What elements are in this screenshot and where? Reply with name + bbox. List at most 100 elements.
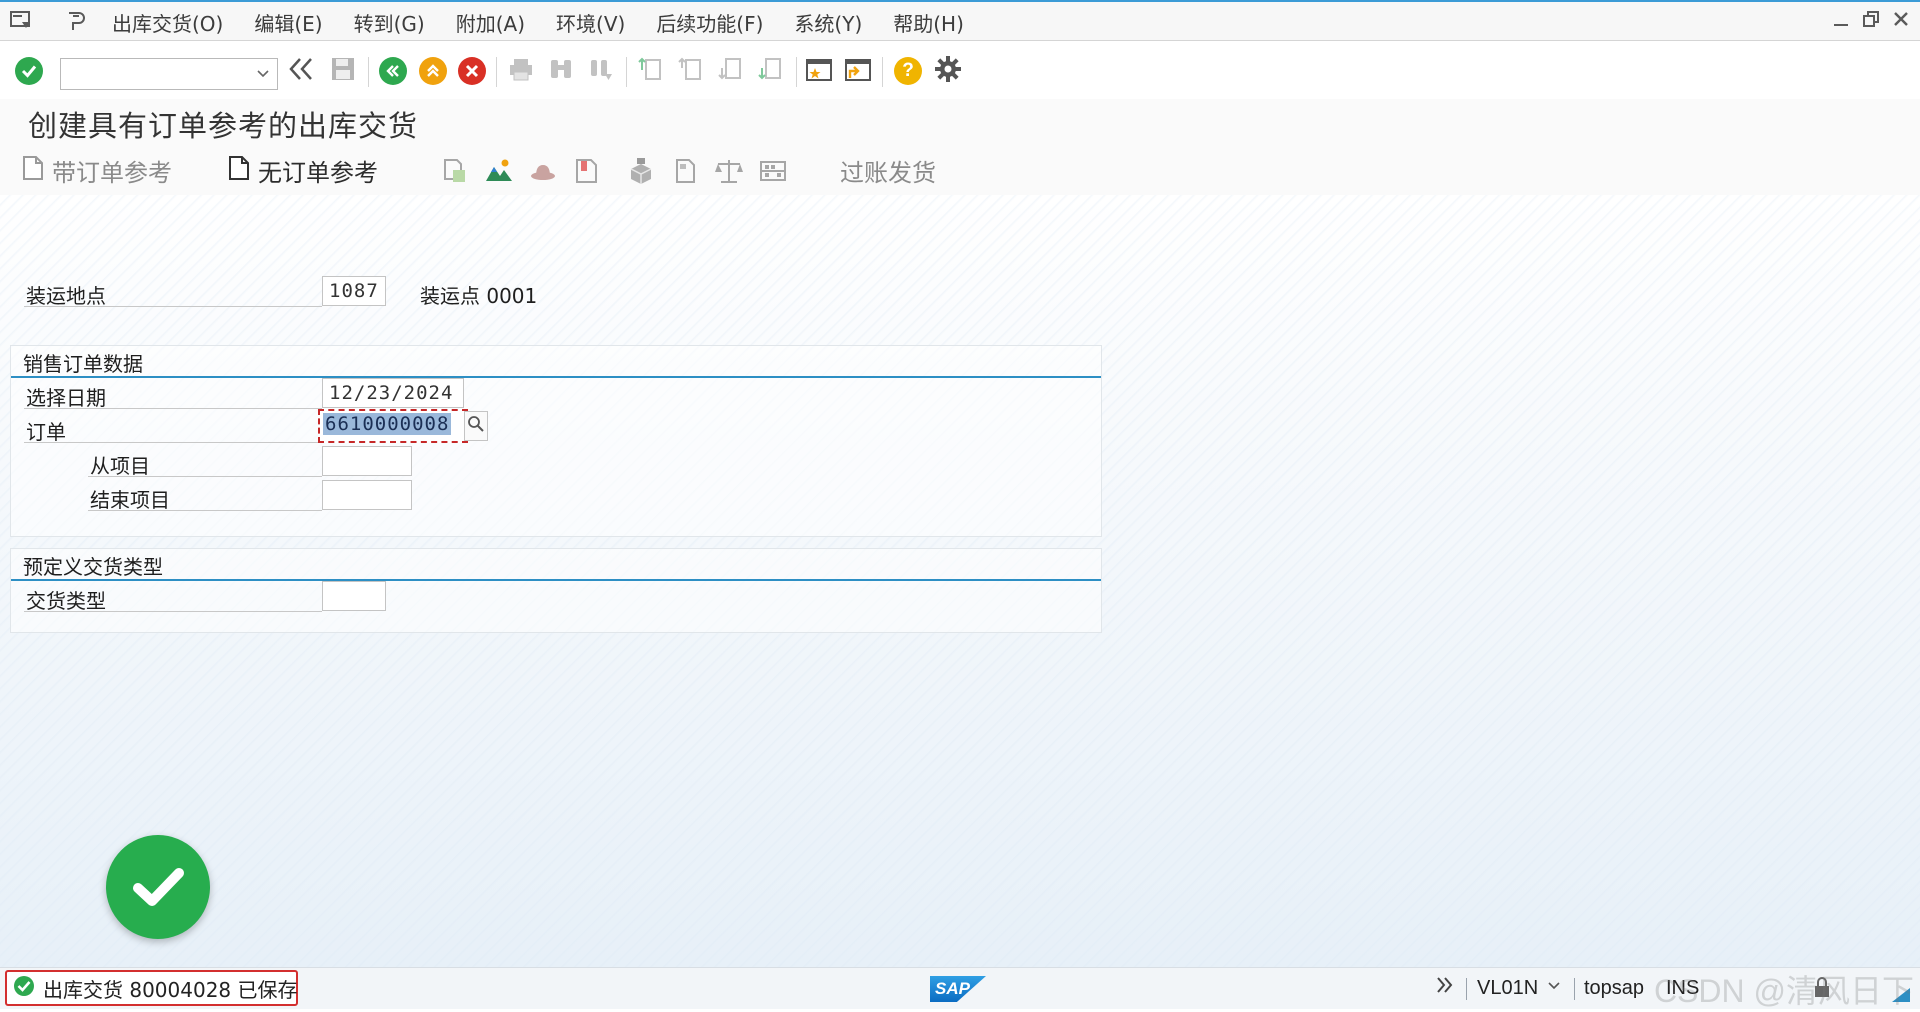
shipping-point-description: 装运点 0001 bbox=[420, 284, 538, 308]
document-copy-icon[interactable] bbox=[671, 157, 699, 185]
order-label: 订单 bbox=[26, 420, 66, 444]
order-search-help-button[interactable] bbox=[464, 411, 488, 441]
enter-button[interactable] bbox=[14, 56, 44, 86]
to-item-label: 结束项目 bbox=[90, 488, 170, 512]
generate-shortcut-button[interactable] bbox=[843, 56, 873, 86]
exit-icon bbox=[419, 57, 447, 85]
from-item-label: 从项目 bbox=[90, 454, 150, 478]
order-number-field[interactable]: 6610000008 bbox=[318, 409, 468, 443]
expand-status-icon[interactable] bbox=[1434, 974, 1456, 1002]
abacus-icon[interactable] bbox=[759, 157, 787, 185]
hat-icon[interactable] bbox=[529, 157, 557, 185]
menu-subsequent-functions[interactable]: 后续功能(F) bbox=[656, 8, 763, 37]
copy-document-icon[interactable] bbox=[441, 157, 469, 185]
from-item-field[interactable] bbox=[322, 446, 412, 476]
print-icon bbox=[508, 56, 534, 86]
back-icon bbox=[379, 57, 407, 85]
customize-layout-icon[interactable] bbox=[64, 10, 86, 36]
to-item-field[interactable] bbox=[322, 480, 412, 510]
command-field[interactable] bbox=[60, 58, 278, 90]
main-content: 装运地点 1087 装运点 0001 销售订单数据 选择日期 12/23/202… bbox=[0, 195, 1920, 967]
label-underline bbox=[24, 306, 322, 307]
previous-page-icon bbox=[678, 56, 704, 86]
next-page-icon bbox=[718, 56, 744, 86]
help-button[interactable]: ? bbox=[893, 56, 923, 86]
chevron-down-icon[interactable] bbox=[1546, 976, 1562, 999]
delivery-type-field[interactable] bbox=[322, 581, 386, 611]
alert-document-icon[interactable] bbox=[573, 157, 601, 185]
command-input[interactable] bbox=[65, 59, 249, 89]
last-page-button[interactable] bbox=[756, 56, 786, 86]
predefined-delivery-type-title: 预定义交货类型 bbox=[23, 555, 163, 579]
label-underline bbox=[24, 611, 322, 612]
group-title-underline bbox=[11, 579, 1101, 581]
restore-icon[interactable] bbox=[1862, 10, 1880, 32]
menu-edit[interactable]: 编辑(E) bbox=[254, 8, 322, 37]
menu-system[interactable]: 系统(Y) bbox=[794, 8, 862, 37]
exit-button[interactable] bbox=[418, 56, 448, 86]
status-message[interactable]: 出库交货 80004028 已保存 bbox=[5, 970, 298, 1006]
create-session-button[interactable] bbox=[804, 56, 834, 86]
app-menu-icon[interactable] bbox=[10, 10, 32, 34]
balance-scale-icon[interactable] bbox=[715, 157, 743, 185]
first-page-button[interactable] bbox=[636, 56, 666, 86]
find-button[interactable] bbox=[546, 56, 576, 86]
post-goods-issue-label: 过账发货 bbox=[840, 159, 936, 187]
without-order-reference-button[interactable]: 无订单参考 bbox=[228, 153, 378, 188]
menu-items: 出库交货(O) 编辑(E) 转到(G) 附加(A) 环境(V) 后续功能(F) … bbox=[112, 8, 964, 37]
first-page-icon bbox=[638, 56, 664, 86]
shipping-point-label: 装运地点 bbox=[26, 284, 106, 308]
confirm-check-icon bbox=[15, 57, 43, 85]
toolbar-separator bbox=[626, 57, 627, 87]
help-question-icon: ? bbox=[894, 57, 922, 85]
toolbar-separator bbox=[882, 57, 883, 87]
previous-page-button[interactable] bbox=[676, 56, 706, 86]
page-title: 创建具有订单参考的出库交货 bbox=[28, 109, 419, 143]
print-button[interactable] bbox=[506, 56, 536, 86]
close-icon[interactable] bbox=[1892, 10, 1910, 32]
selection-date-label: 选择日期 bbox=[26, 386, 106, 410]
label-underline bbox=[88, 510, 322, 511]
without-order-reference-label: 无订单参考 bbox=[258, 159, 378, 187]
post-goods-issue-button[interactable]: 过账发货 bbox=[840, 153, 936, 188]
save-button[interactable] bbox=[328, 56, 358, 86]
customize-button[interactable] bbox=[933, 56, 963, 86]
watermark: CSDN @清风日下 bbox=[1653, 973, 1914, 1009]
status-divider bbox=[1466, 978, 1467, 1000]
back-button[interactable] bbox=[378, 56, 408, 86]
menu-environment[interactable]: 环境(V) bbox=[556, 8, 625, 37]
selection-date-field[interactable]: 12/23/2024 bbox=[322, 378, 464, 408]
image-mountains-icon[interactable] bbox=[485, 157, 513, 185]
menu-extras[interactable]: 附加(A) bbox=[456, 8, 525, 37]
package-icon[interactable] bbox=[627, 157, 655, 185]
find-next-button[interactable] bbox=[586, 56, 616, 86]
next-page-button[interactable] bbox=[716, 56, 746, 86]
user-name: topsap bbox=[1584, 977, 1645, 999]
menu-outbound-delivery[interactable]: 出库交货(O) bbox=[112, 8, 223, 37]
cancel-button[interactable] bbox=[457, 56, 487, 86]
double-chevron-left-icon bbox=[287, 56, 315, 86]
collapse-command-button[interactable] bbox=[286, 56, 316, 86]
application-toolbar: 带订单参考 无订单参考 过账发货 bbox=[0, 145, 1920, 196]
toolbar-separator bbox=[796, 57, 797, 87]
label-underline bbox=[24, 408, 322, 409]
success-check-icon bbox=[106, 835, 210, 939]
toolbar-separator bbox=[368, 57, 369, 87]
chevron-down-icon[interactable] bbox=[255, 65, 271, 85]
menu-help[interactable]: 帮助(H) bbox=[893, 8, 964, 37]
toolbar-separator bbox=[496, 57, 497, 87]
last-page-icon bbox=[758, 56, 784, 86]
window-controls bbox=[1832, 10, 1910, 32]
save-disk-icon bbox=[330, 56, 356, 86]
transaction-code[interactable]: VL01N bbox=[1477, 977, 1538, 1000]
label-underline bbox=[24, 442, 322, 443]
success-check-icon bbox=[13, 975, 35, 1002]
menu-goto[interactable]: 转到(G) bbox=[354, 8, 425, 37]
shipping-point-field[interactable]: 1087 bbox=[322, 276, 386, 306]
sap-logo: SAP bbox=[930, 976, 986, 1002]
status-bar: 出库交货 80004028 已保存 SAP VL01N topsap INS C… bbox=[0, 967, 1920, 1009]
with-order-reference-button[interactable]: 带订单参考 bbox=[22, 153, 172, 188]
menu-bar: 出库交货(O) 编辑(E) 转到(G) 附加(A) 环境(V) 后续功能(F) … bbox=[0, 0, 1920, 41]
gear-icon bbox=[934, 55, 962, 87]
minimize-icon[interactable] bbox=[1832, 10, 1850, 32]
